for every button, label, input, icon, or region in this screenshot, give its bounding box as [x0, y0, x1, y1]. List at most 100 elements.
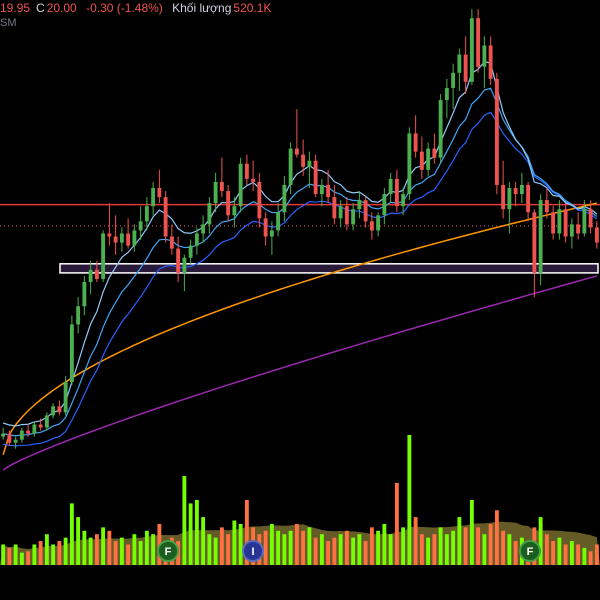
- volume-bar: [144, 530, 149, 565]
- volume-bar: [344, 530, 349, 565]
- candle-body: [101, 233, 106, 279]
- candle-body: [126, 233, 131, 246]
- volume-bar: [51, 544, 56, 565]
- price-chart[interactable]: FIF: [0, 0, 600, 600]
- candle-body: [113, 236, 118, 243]
- candle-body: [13, 439, 18, 443]
- candle-body: [201, 224, 206, 234]
- candle-body: [344, 206, 349, 225]
- candle-body: [213, 181, 218, 204]
- candle-body: [269, 230, 274, 237]
- volume-bar: [407, 435, 412, 565]
- candle-body: [76, 306, 81, 325]
- volume-bar: [269, 523, 274, 565]
- volume-bar: [488, 523, 493, 565]
- candle-body: [507, 188, 512, 210]
- candle-body: [251, 178, 256, 182]
- volume-bar: [376, 530, 381, 565]
- candle-body: [494, 78, 499, 185]
- candle-body: [219, 181, 224, 192]
- volume-bar: [413, 517, 418, 565]
- volume-bar: [388, 534, 393, 565]
- volume-bar: [551, 541, 556, 565]
- volume-bar: [394, 482, 399, 565]
- volume-bar: [476, 527, 481, 565]
- volume-bar: [513, 541, 518, 565]
- volume-bar: [276, 530, 281, 565]
- legend-header: 19.95 C 20.00 -0.30 (-1.48%) Khối lượng 520…: [0, 1, 277, 15]
- candle-body: [38, 424, 43, 428]
- marker-label: F: [527, 546, 534, 558]
- candle-body: [388, 178, 393, 195]
- volume-bar: [363, 541, 368, 565]
- volume-bar: [594, 544, 599, 565]
- volume-bar: [1, 544, 6, 565]
- volume-bar: [44, 534, 49, 565]
- candle-body: [563, 209, 568, 237]
- volume-bar: [32, 544, 37, 565]
- candle-body: [582, 209, 587, 234]
- change-value: -0.30 (-1.48%): [86, 1, 163, 15]
- volume-bar: [151, 534, 156, 565]
- candle-body: [82, 282, 87, 307]
- volume-bar: [469, 500, 474, 565]
- volume-bar: [188, 503, 193, 565]
- candle-body: [44, 415, 49, 428]
- candle-body: [301, 154, 306, 167]
- candle-body: [294, 148, 299, 155]
- volume-bar: [107, 530, 112, 565]
- candle-body: [576, 224, 581, 234]
- candle-body: [63, 382, 68, 413]
- candle-body: [188, 245, 193, 258]
- volume-value: 520.1K: [233, 1, 272, 15]
- volume-bar: [432, 534, 437, 565]
- volume-bar: [119, 537, 124, 565]
- volume-bar: [7, 547, 12, 565]
- volume-bar: [426, 537, 431, 565]
- candle-body: [557, 209, 562, 234]
- volume-bar: [213, 537, 218, 565]
- volume-bar: [588, 551, 593, 565]
- candle-body: [157, 188, 162, 198]
- candle-body: [469, 18, 474, 82]
- candle-body: [457, 54, 462, 73]
- volume-bar: [338, 534, 343, 565]
- volume-bar: [26, 551, 31, 565]
- candle-body: [207, 203, 212, 225]
- candle-body: [107, 233, 112, 237]
- candle-body: [332, 197, 337, 219]
- volume-bar: [219, 527, 224, 565]
- volume-bar: [494, 510, 499, 565]
- candle-body: [519, 184, 524, 195]
- marker-label: F: [165, 546, 172, 558]
- volume-bar: [288, 530, 293, 565]
- candle-body: [407, 133, 412, 195]
- candle-body: [282, 184, 287, 213]
- candle-body: [544, 200, 549, 213]
- volume-bar: [501, 530, 506, 565]
- candle-body: [244, 163, 249, 179]
- volume-label: Khối lượng: [172, 1, 232, 15]
- volume-bar: [282, 534, 287, 565]
- candle-body: [501, 184, 506, 210]
- indicator-label: SM: [0, 17, 17, 29]
- volume-bar: [451, 530, 456, 565]
- volume-bar: [63, 537, 68, 565]
- candle-body: [444, 87, 449, 101]
- candle-body: [1, 433, 6, 437]
- volume-bar: [57, 541, 62, 565]
- volume-bar: [369, 527, 374, 565]
- volume-bar: [507, 534, 512, 565]
- low-value: 19.95: [0, 1, 31, 15]
- candle-body: [7, 433, 12, 443]
- volume-bar: [126, 544, 131, 565]
- candle-body: [138, 221, 143, 231]
- volume-bar: [326, 541, 331, 565]
- volume-bar: [13, 544, 18, 565]
- volume-bar: [88, 537, 93, 565]
- candle-body: [88, 269, 93, 282]
- candle-body: [26, 430, 31, 434]
- candle-body: [119, 233, 124, 243]
- candle-body: [357, 200, 362, 210]
- candle-body: [263, 218, 268, 237]
